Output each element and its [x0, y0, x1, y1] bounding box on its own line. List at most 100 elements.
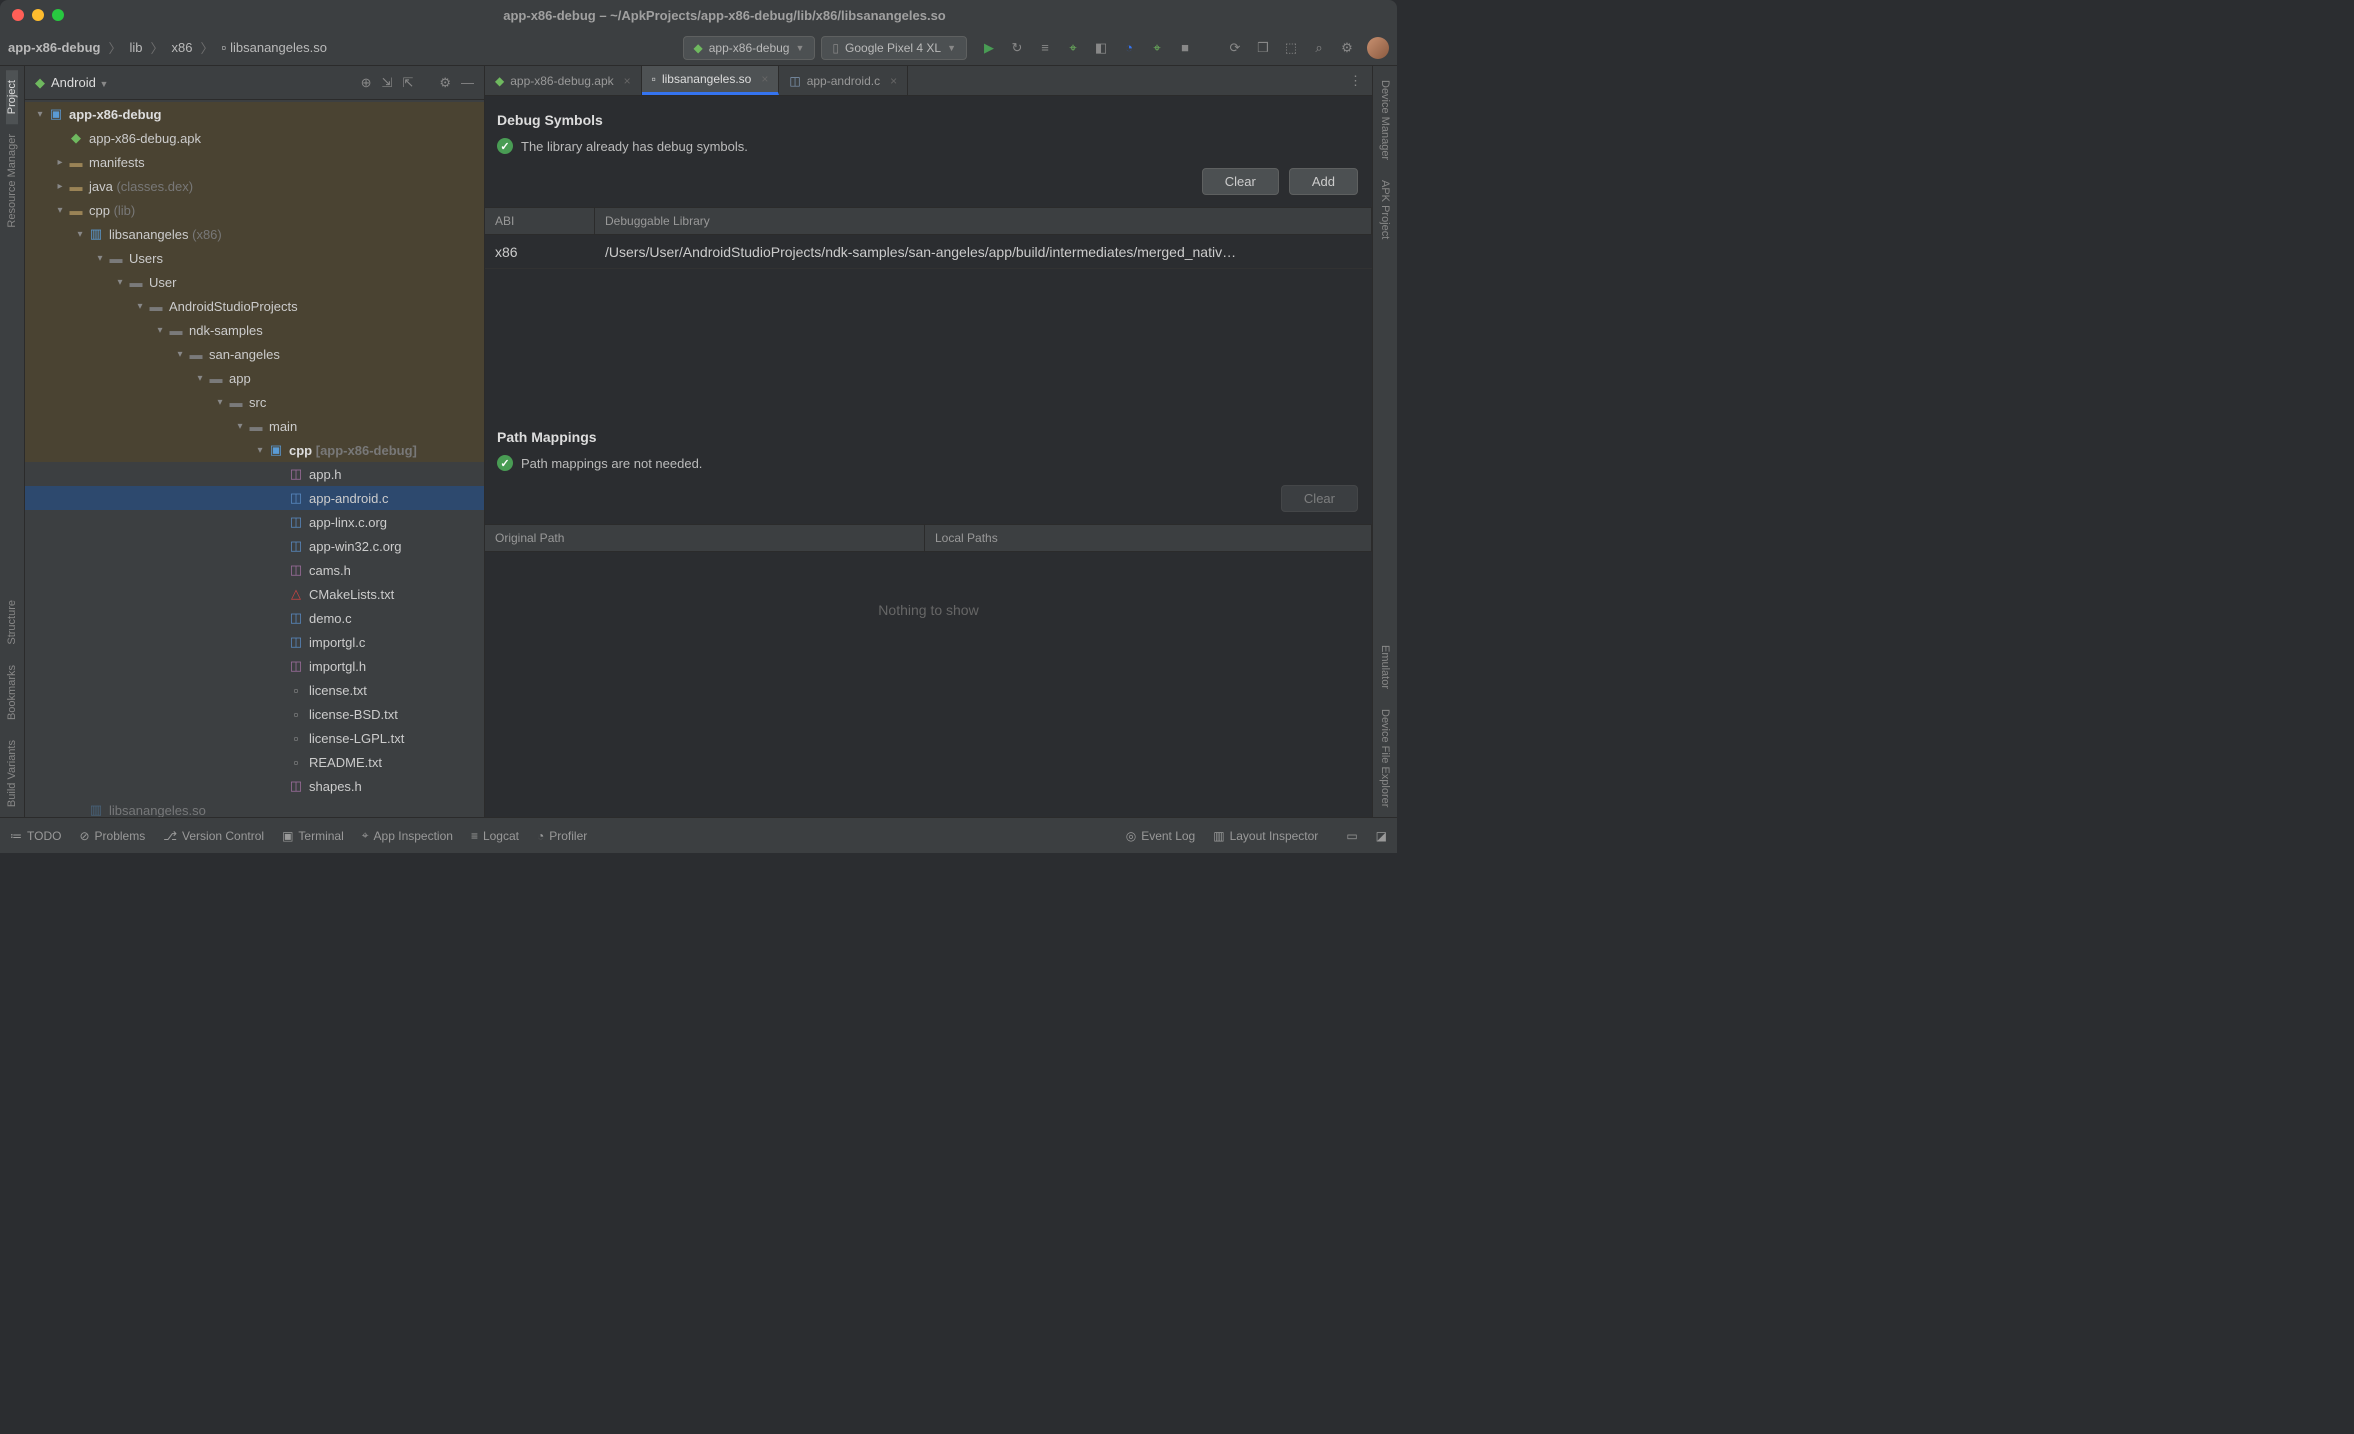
tree-item[interactable]: ◫importgl.h: [25, 654, 484, 678]
tree-item[interactable]: ▫README.txt: [25, 750, 484, 774]
col-header-lib[interactable]: Debuggable Library: [595, 208, 1372, 234]
expand-icon[interactable]: ⇲: [382, 75, 393, 91]
close-window-button[interactable]: [12, 9, 24, 21]
sdk-button[interactable]: ⬚: [1283, 40, 1299, 56]
tree-arrow-icon[interactable]: ▾: [193, 373, 207, 384]
sync-button[interactable]: ⟳: [1227, 40, 1243, 56]
tree-item[interactable]: ▾▣cpp [app-x86-debug]: [25, 438, 484, 462]
tree-item[interactable]: ◫app-win32.c.org: [25, 534, 484, 558]
tab-c[interactable]: ◫ app-android.c ×: [779, 66, 908, 95]
tree-arrow-icon[interactable]: ▾: [113, 277, 127, 288]
tree-arrow-icon[interactable]: ▾: [33, 109, 47, 120]
tree-item[interactable]: ▾▬main: [25, 414, 484, 438]
run-config-selector[interactable]: ◆ app-x86-debug ▼: [683, 36, 816, 60]
status-problems[interactable]: ⊘Problems: [79, 829, 145, 843]
tree-item[interactable]: ▸▬java (classes.dex): [25, 174, 484, 198]
breadcrumb-item[interactable]: app-x86-debug: [8, 40, 100, 55]
notifications-icon[interactable]: ◪: [1376, 829, 1387, 843]
tree-item[interactable]: ◫app-android.c: [25, 486, 484, 510]
rail-build-variants[interactable]: Build Variants: [6, 730, 18, 817]
attach-debugger-button[interactable]: ⌖: [1149, 40, 1165, 56]
tree-item[interactable]: ▾▬san-angeles: [25, 342, 484, 366]
tree-item[interactable]: ▫license.txt: [25, 678, 484, 702]
tree-item[interactable]: ◫demo.c: [25, 606, 484, 630]
status-event-log[interactable]: ◎Event Log: [1126, 829, 1196, 843]
debug-button[interactable]: ⌖: [1065, 40, 1081, 56]
gear-icon[interactable]: ⚙: [439, 75, 451, 91]
rail-project[interactable]: Project: [6, 70, 18, 124]
tree-arrow-icon[interactable]: ▾: [53, 205, 67, 216]
run-button[interactable]: ▶: [981, 40, 997, 56]
rail-apk-project[interactable]: APK Project: [1379, 170, 1391, 249]
hide-icon[interactable]: —: [461, 75, 474, 91]
col-header-local[interactable]: Local Paths: [925, 525, 1372, 551]
locate-icon[interactable]: ⊕: [361, 75, 372, 91]
tree-item[interactable]: ▾▬AndroidStudioProjects: [25, 294, 484, 318]
tree-item[interactable]: ▾▬Users: [25, 246, 484, 270]
tab-so[interactable]: ▫ libsanangeles.so ×: [642, 66, 780, 95]
breadcrumb[interactable]: app-x86-debug 〉 lib 〉 x86 〉 ▫ libsanange…: [8, 38, 327, 57]
stop-button[interactable]: ■: [1177, 40, 1193, 56]
tree-item[interactable]: ▫license-BSD.txt: [25, 702, 484, 726]
tree-item[interactable]: △CMakeLists.txt: [25, 582, 484, 606]
zoom-window-button[interactable]: [52, 9, 64, 21]
tree-item[interactable]: ▸▬manifests: [25, 150, 484, 174]
tree-item[interactable]: ▾▬ndk-samples: [25, 318, 484, 342]
tree-item[interactable]: ▾▥libsanangeles (x86): [25, 222, 484, 246]
project-tree[interactable]: ▾▣app-x86-debug◆app-x86-debug.apk▸▬manif…: [25, 100, 484, 817]
tree-item[interactable]: ▥libsanangeles.so: [25, 798, 484, 817]
tree-item[interactable]: ◆app-x86-debug.apk: [25, 126, 484, 150]
search-button[interactable]: ⌕: [1311, 40, 1327, 56]
tree-item[interactable]: ▫license-LGPL.txt: [25, 726, 484, 750]
collapse-icon[interactable]: ⇱: [402, 75, 413, 91]
breadcrumb-item[interactable]: lib: [129, 40, 142, 55]
avd-button[interactable]: ❒: [1255, 40, 1271, 56]
coverage-button[interactable]: ◧: [1093, 40, 1109, 56]
status-vcs[interactable]: ⎇Version Control: [163, 829, 264, 843]
tree-arrow-icon[interactable]: ▾: [253, 445, 267, 456]
add-debug-button[interactable]: Add: [1289, 168, 1358, 195]
close-icon[interactable]: ×: [890, 74, 897, 88]
tree-arrow-icon[interactable]: ▾: [233, 421, 247, 432]
tree-item[interactable]: ◫cams.h: [25, 558, 484, 582]
tree-item[interactable]: ◫app.h: [25, 462, 484, 486]
tree-item[interactable]: ▾▬app: [25, 366, 484, 390]
tree-arrow-icon[interactable]: ▾: [173, 349, 187, 360]
close-icon[interactable]: ×: [761, 72, 768, 86]
user-avatar[interactable]: [1367, 37, 1389, 59]
status-terminal[interactable]: ▣Terminal: [282, 829, 344, 843]
rail-bookmarks[interactable]: Bookmarks: [6, 655, 18, 730]
project-scope-selector[interactable]: Android ▼: [51, 75, 361, 90]
breadcrumb-item[interactable]: libsanangeles.so: [230, 40, 327, 55]
tree-arrow-icon[interactable]: ▸: [53, 157, 67, 168]
breadcrumb-item[interactable]: x86: [172, 40, 193, 55]
status-logcat[interactable]: ≡Logcat: [471, 829, 519, 843]
clear-path-button[interactable]: Clear: [1281, 485, 1358, 512]
minimize-window-button[interactable]: [32, 9, 44, 21]
col-header-orig[interactable]: Original Path: [485, 525, 925, 551]
status-todo[interactable]: ≔TODO: [10, 829, 61, 843]
tree-item[interactable]: ◫importgl.c: [25, 630, 484, 654]
apply-changes-button[interactable]: ↻: [1009, 40, 1025, 56]
settings-button[interactable]: ⚙: [1339, 40, 1355, 56]
status-layout-inspector[interactable]: ▥Layout Inspector: [1213, 829, 1318, 843]
tree-item[interactable]: ▾▬src: [25, 390, 484, 414]
rail-structure[interactable]: Structure: [6, 590, 18, 655]
rail-device-manager[interactable]: Device Manager: [1379, 70, 1391, 170]
tree-item[interactable]: ◫app-linx.c.org: [25, 510, 484, 534]
tree-item[interactable]: ▾▣app-x86-debug: [25, 102, 484, 126]
device-selector[interactable]: ▯ Google Pixel 4 XL ▼: [821, 36, 967, 60]
tree-item[interactable]: ◫shapes.h: [25, 774, 484, 798]
tree-item[interactable]: ▾▬cpp (lib): [25, 198, 484, 222]
tab-apk[interactable]: ◆ app-x86-debug.apk ×: [485, 66, 642, 95]
tree-item[interactable]: ▾▬User: [25, 270, 484, 294]
clear-debug-button[interactable]: Clear: [1202, 168, 1279, 195]
ide-status-icon[interactable]: ▭: [1346, 829, 1357, 843]
rail-resource-manager[interactable]: Resource Manager: [6, 124, 18, 238]
status-profiler[interactable]: ◔Profiler: [537, 829, 587, 843]
rail-device-file-explorer[interactable]: Device File Explorer: [1379, 699, 1391, 817]
tree-arrow-icon[interactable]: ▾: [153, 325, 167, 336]
apply-code-button[interactable]: ≡: [1037, 40, 1053, 56]
rail-emulator[interactable]: Emulator: [1379, 635, 1391, 699]
tree-arrow-icon[interactable]: ▾: [93, 253, 107, 264]
